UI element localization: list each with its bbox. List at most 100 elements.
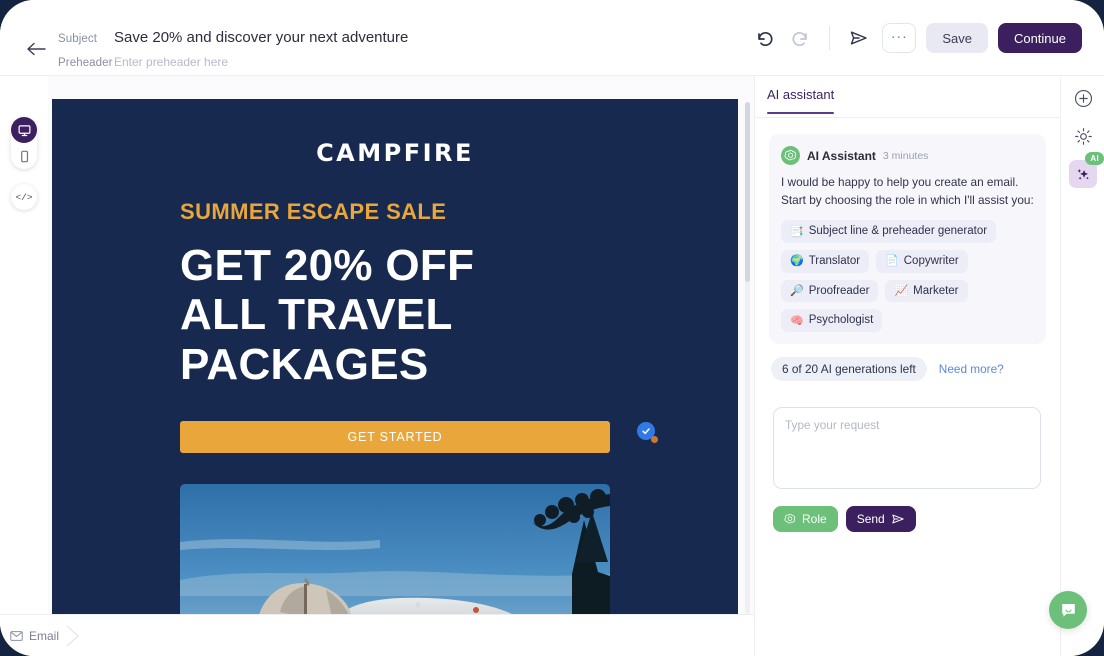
role-chip-proofreader[interactable]: 🔎 Proofreader: [781, 279, 879, 303]
continue-button[interactable]: Continue: [997, 23, 1082, 53]
send-test-button[interactable]: [846, 25, 872, 51]
ai-generations-counter: 6 of 20 AI generations left: [771, 356, 927, 381]
code-view-button[interactable]: </>: [11, 184, 37, 210]
email-headline[interactable]: GET 20% OFF ALL TRAVEL PACKAGES: [180, 241, 610, 389]
canvas-scrollbar-thumb[interactable]: [745, 102, 750, 282]
subject-row[interactable]: Subject Save 20% and discover your next …: [58, 29, 408, 49]
send-arrow-icon: [891, 513, 905, 525]
brain-icon: 🧠: [790, 314, 804, 327]
subject-label: Subject: [58, 33, 98, 45]
left-device-rail: </>: [0, 76, 48, 656]
role-chip-psychologist[interactable]: 🧠 Psychologist: [781, 309, 883, 332]
desktop-icon: [18, 124, 31, 137]
role-chip-label: Subject line & preheader generator: [808, 225, 988, 238]
ai-message-card: AI Assistant 3 minutes I would be happy …: [769, 134, 1046, 344]
app-window: Subject Save 20% and discover your next …: [0, 0, 1104, 656]
ai-assistant-avatar-icon: [781, 146, 800, 165]
email-content: SUMMER ESCAPE SALE GET 20% OFF ALL TRAVE…: [52, 199, 738, 614]
role-chip-label: Marketer: [913, 284, 959, 297]
email-kicker: SUMMER ESCAPE SALE: [180, 199, 447, 224]
ai-message-header: AI Assistant 3 minutes: [781, 146, 1034, 165]
ai-assistant-button[interactable]: AI: [1069, 152, 1104, 188]
document-icon: 📑: [790, 225, 804, 238]
gear-icon: [1074, 127, 1093, 146]
right-tool-rail: AI: [1060, 76, 1104, 656]
role-button-label: Role: [802, 511, 827, 526]
preheader-input[interactable]: Enter preheader here: [114, 55, 228, 69]
email-hero-image[interactable]: [180, 483, 610, 614]
desktop-preview-button[interactable]: [11, 117, 37, 143]
ai-assistant-panel: AI assistant AI Assistant 3 minutes I wo…: [754, 76, 1060, 656]
envelope-icon: [10, 631, 23, 641]
more-options-button[interactable]: ···: [882, 23, 917, 53]
send-button[interactable]: Send: [845, 505, 916, 532]
arrow-left-icon: [27, 42, 47, 56]
ai-action-buttons: Role Send: [769, 505, 1046, 532]
ai-generations-row: 6 of 20 AI generations left Need more?: [769, 356, 1046, 381]
cursor-status-dot: [651, 436, 658, 443]
role-chip-label: Copywriter: [903, 255, 959, 268]
top-toolbar: Subject Save 20% and discover your next …: [0, 0, 1104, 76]
chart-icon: 📈: [894, 284, 909, 297]
globe-icon: 🌍: [790, 255, 804, 268]
email-logo: CAMPFIRE: [316, 139, 474, 167]
ai-role-chip-list: 📑 Subject line & preheader generator 🌍 T…: [781, 220, 1034, 332]
headline-line-2: ALL TRAVEL: [180, 290, 453, 340]
ai-panel-tabs: AI assistant: [755, 76, 1060, 118]
ai-panel-body: AI Assistant 3 minutes I would be happy …: [755, 118, 1060, 532]
role-chip-translator[interactable]: 🌍 Translator: [781, 250, 870, 273]
ai-request-input[interactable]: [773, 406, 1041, 489]
page-icon: 📄: [885, 255, 899, 268]
toolbar-divider: [829, 26, 831, 50]
headline-line-1: GET 20% OFF: [180, 241, 475, 290]
ai-logo-icon: [784, 513, 796, 525]
role-chip-subject-generator[interactable]: 📑 Subject line & preheader generator: [781, 220, 997, 244]
role-chip-copywriter[interactable]: 📄 Copywriter: [876, 250, 968, 273]
headline-line-3: PACKAGES: [180, 339, 429, 389]
preheader-row[interactable]: Preheader Enter preheader here: [58, 55, 408, 75]
undo-button[interactable]: [751, 25, 777, 51]
mobile-icon: [18, 150, 31, 163]
sparkles-icon: [1075, 166, 1092, 183]
role-chip-marketer[interactable]: 📈 Marketer: [885, 279, 968, 303]
plus-icon: [1074, 89, 1093, 108]
preheader-label: Preheader: [58, 57, 113, 69]
toolbar-actions: ··· Save Continue: [751, 22, 1082, 54]
tab-ai-assistant[interactable]: AI assistant: [767, 87, 835, 114]
save-button[interactable]: Save: [926, 23, 988, 53]
ai-badge: AI: [1085, 152, 1104, 165]
email-template: CAMPFIRE SUMMER ESCAPE SALE GET 20% OFF …: [52, 99, 738, 614]
subject-input[interactable]: Save 20% and discover your next adventur…: [114, 29, 408, 46]
role-button[interactable]: Role: [773, 505, 838, 532]
canvas-scrollbar[interactable]: [745, 102, 750, 614]
send-button-label: Send: [856, 511, 885, 526]
ai-message-text: I would be happy to help you create an e…: [781, 175, 1034, 207]
back-button[interactable]: [24, 36, 50, 62]
collaborator-cursor: [637, 422, 658, 443]
bottom-bar: Email: [0, 614, 754, 656]
email-tab-label: Email: [29, 629, 60, 643]
add-block-button[interactable]: [1071, 86, 1095, 110]
ai-input-wrapper: [769, 406, 1046, 494]
settings-button[interactable]: [1071, 124, 1095, 148]
chat-widget-button[interactable]: [1049, 591, 1087, 629]
redo-button[interactable]: [787, 25, 813, 51]
need-more-link[interactable]: Need more?: [939, 362, 1004, 376]
chat-bubble-icon: [1059, 601, 1078, 620]
role-chip-label: Psychologist: [808, 314, 874, 327]
ai-message-author: AI Assistant: [807, 148, 876, 163]
tab-separator: [66, 625, 80, 647]
magnifier-icon: 🔎: [790, 284, 804, 297]
email-cta-button[interactable]: GET STARTED: [180, 420, 610, 453]
app-root: Subject Save 20% and discover your next …: [0, 0, 1104, 656]
redo-icon: [792, 31, 809, 46]
device-preview-group: [11, 117, 37, 169]
send-icon: [849, 29, 869, 47]
ai-message-time: 3 minutes: [882, 149, 929, 162]
role-chip-label: Translator: [808, 255, 861, 268]
email-tab[interactable]: Email: [10, 625, 59, 647]
subject-preheader-block: Subject Save 20% and discover your next …: [58, 29, 408, 75]
role-chip-label: Proofreader: [808, 284, 870, 297]
mobile-preview-button[interactable]: [11, 143, 37, 169]
undo-icon: [756, 31, 773, 46]
